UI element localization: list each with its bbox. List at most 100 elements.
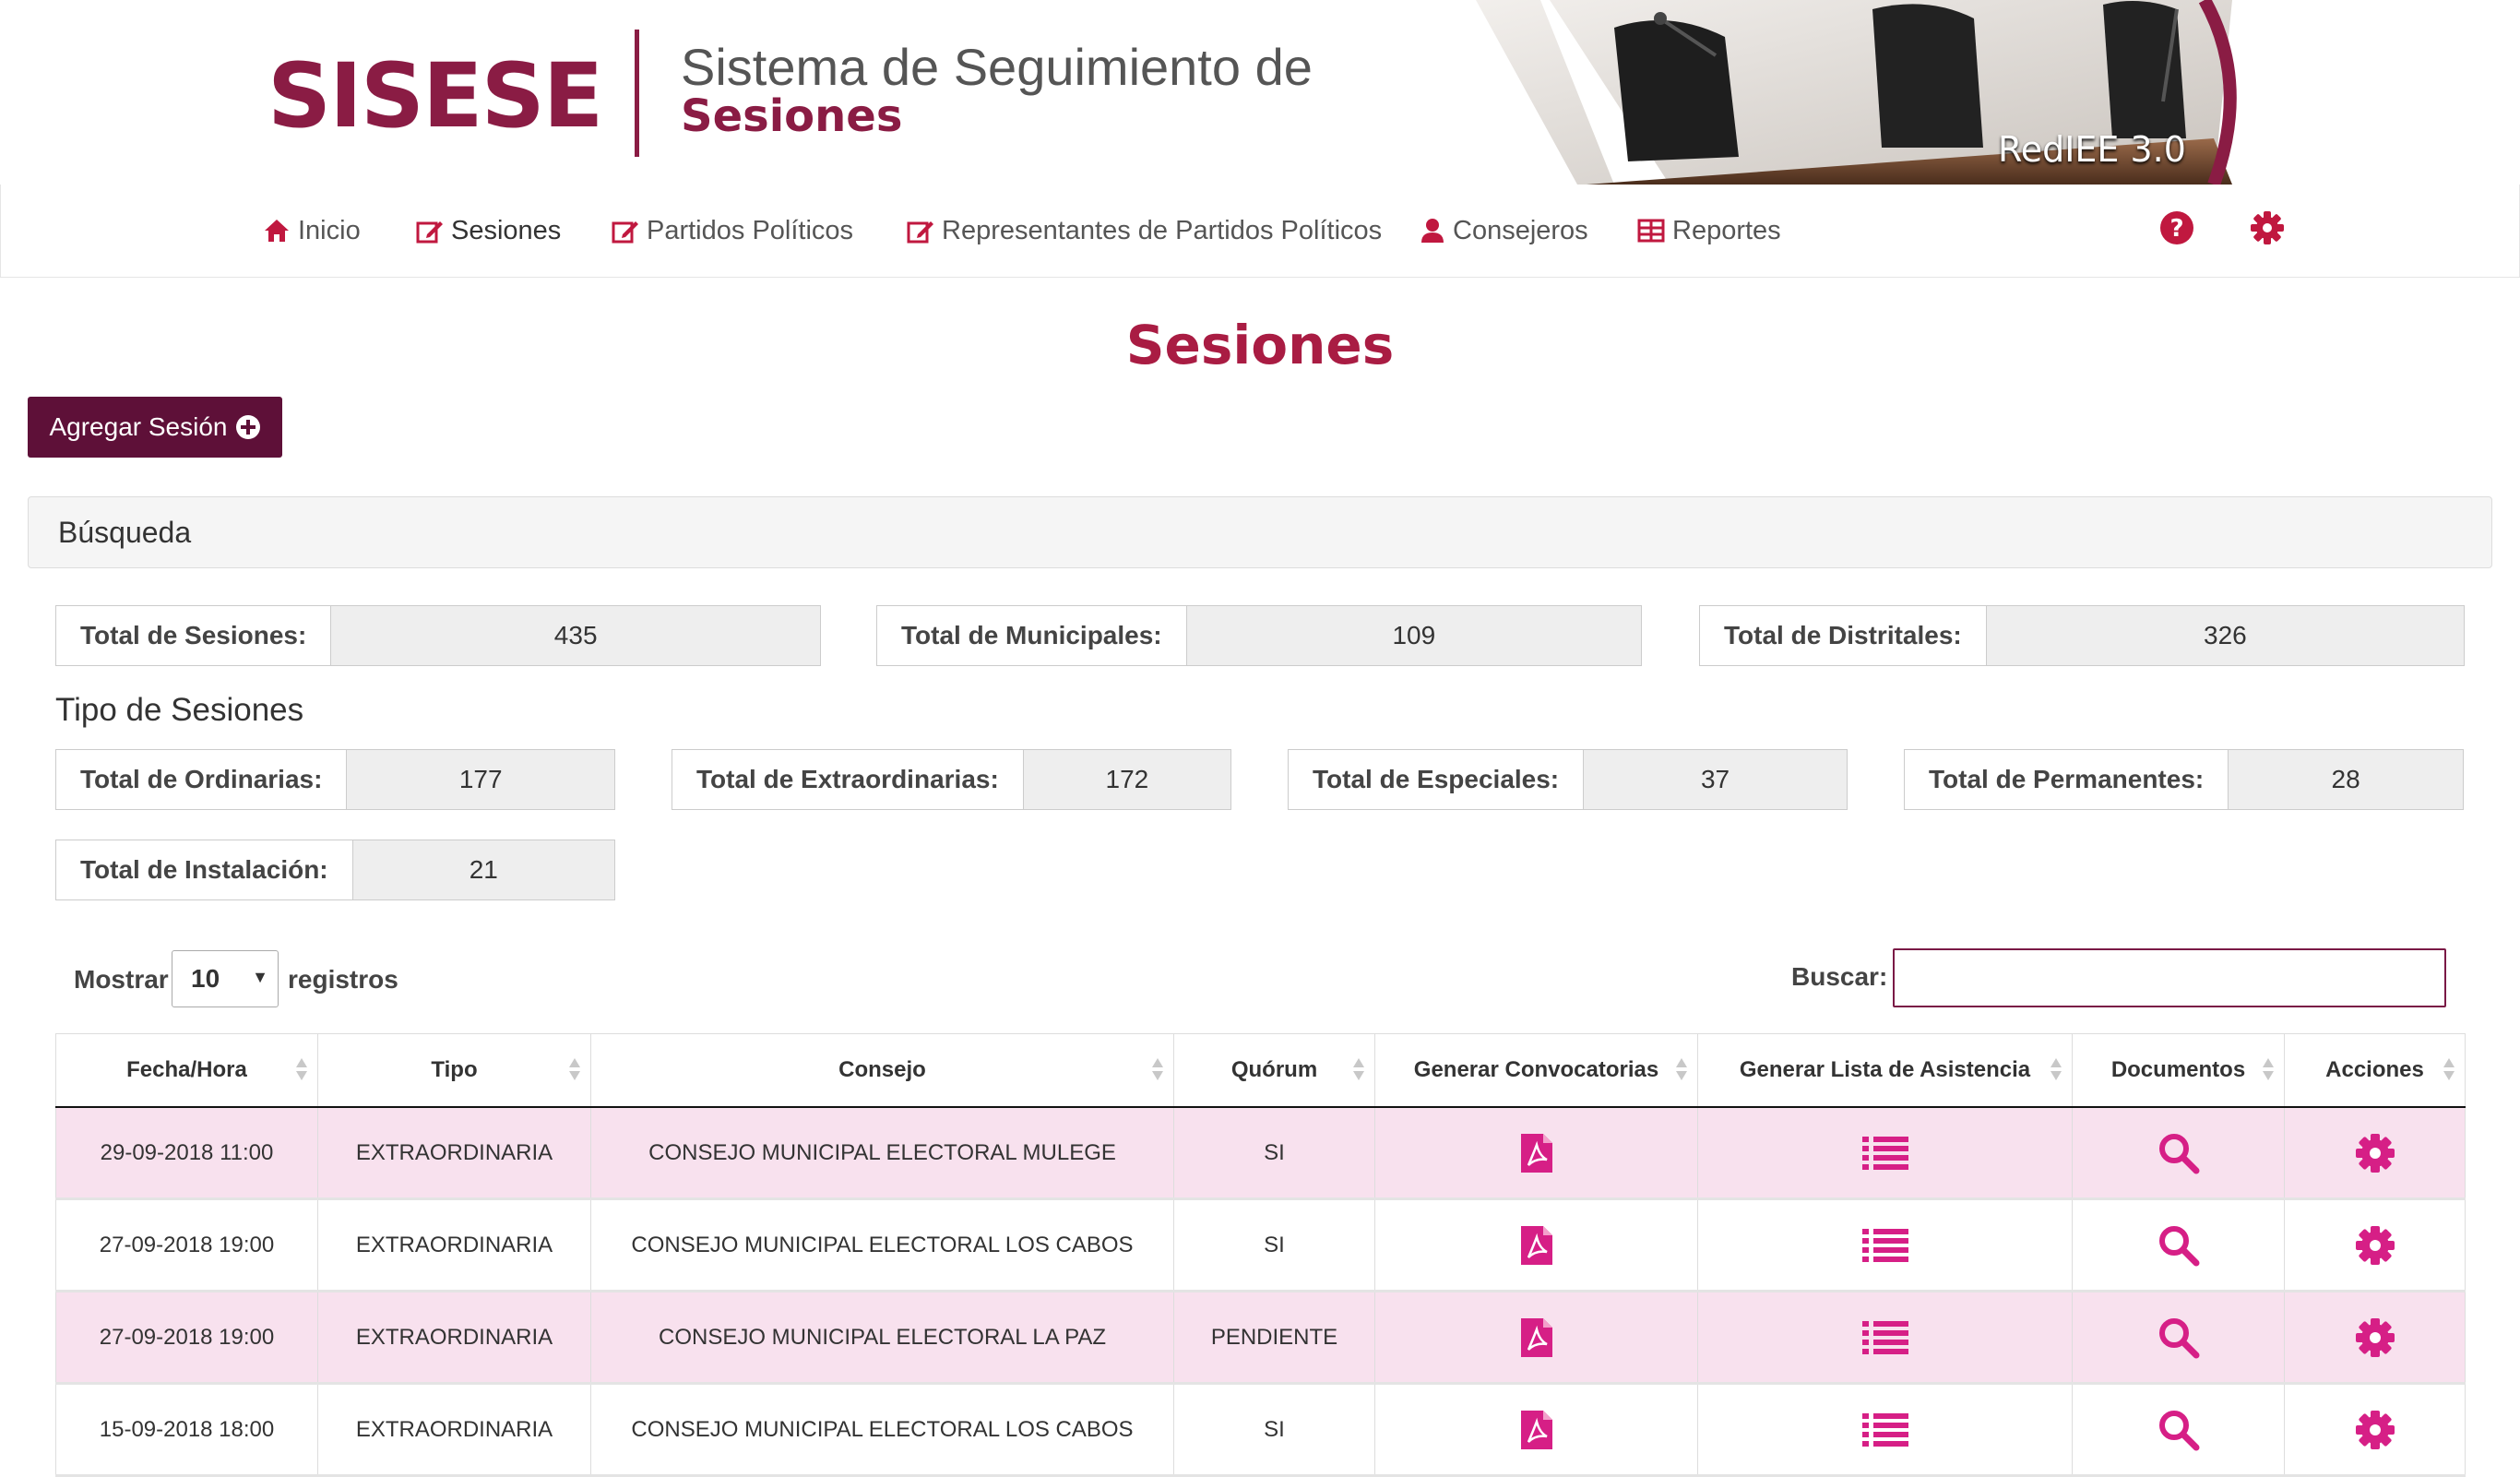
generate-convocatoria-button[interactable]	[1374, 1383, 1698, 1477]
column-header-fecha[interactable]: Fecha/Hora	[55, 1033, 318, 1108]
stat-label: Total de Extraordinarias:	[672, 749, 1023, 810]
sort-icon	[2263, 1058, 2274, 1080]
stat-label: Total de Especiales:	[1288, 749, 1584, 810]
show-label: Mostrar	[74, 965, 169, 994]
view-documents-button[interactable]	[2072, 1106, 2285, 1200]
total-permanentes: Total de Permanentes: 28	[1904, 749, 2464, 810]
sort-icon	[569, 1058, 580, 1080]
gear-icon	[2355, 1225, 2395, 1265]
total-extraordinarias: Total de Extraordinarias: 172	[672, 749, 1231, 810]
add-session-label: Agregar Sesión	[49, 412, 228, 441]
user-icon	[1421, 219, 1444, 243]
cell-consejo: CONSEJO MUNICIPAL ELECTORAL LOS CABOS	[590, 1198, 1174, 1292]
view-documents-button[interactable]	[2072, 1291, 2285, 1385]
nav-label: Reportes	[1672, 215, 1781, 245]
logo: SISESE	[267, 44, 603, 148]
column-header-acciones[interactable]: Acciones	[2284, 1033, 2466, 1108]
sort-icon	[1152, 1058, 1163, 1080]
actions-button[interactable]	[2284, 1383, 2466, 1477]
view-documents-button[interactable]	[2072, 1198, 2285, 1292]
generate-convocatoria-button[interactable]	[1374, 1291, 1698, 1385]
page-length-select[interactable]: 10 ▼	[172, 950, 279, 1007]
pdf-icon	[1520, 1317, 1552, 1357]
stat-label: Total de Sesiones:	[55, 605, 331, 666]
page-length-value: 10	[191, 964, 220, 993]
stat-value: 28	[2228, 749, 2464, 810]
search-icon	[2158, 1133, 2199, 1173]
generate-asistencia-button[interactable]	[1697, 1198, 2073, 1292]
column-header-tipo[interactable]: Tipo	[317, 1033, 591, 1108]
sort-icon	[1353, 1058, 1364, 1080]
generate-asistencia-button[interactable]	[1697, 1383, 2073, 1477]
sort-icon	[296, 1058, 307, 1080]
gear-icon	[2355, 1410, 2395, 1449]
plus-circle-icon	[235, 415, 260, 439]
chevron-down-icon: ▼	[252, 968, 268, 986]
nav-sesiones[interactable]: Sesiones	[416, 212, 561, 249]
cell-consejo: CONSEJO MUNICIPAL ELECTORAL MULEGE	[590, 1106, 1174, 1200]
generate-convocatoria-button[interactable]	[1374, 1106, 1698, 1200]
cell-fecha: 27-09-2018 19:00	[55, 1291, 318, 1385]
total-instalacion: Total de Instalación: 21	[55, 840, 615, 900]
cell-consejo: CONSEJO MUNICIPAL ELECTORAL LOS CABOS	[590, 1383, 1174, 1477]
generate-asistencia-button[interactable]	[1697, 1291, 2073, 1385]
settings-button[interactable]	[2250, 210, 2285, 250]
stat-value: 435	[330, 605, 821, 666]
stat-label: Total de Ordinarias:	[55, 749, 347, 810]
view-documents-button[interactable]	[2072, 1383, 2285, 1477]
cell-consejo: CONSEJO MUNICIPAL ELECTORAL LA PAZ	[590, 1291, 1174, 1385]
help-button[interactable]: ?	[2159, 210, 2194, 250]
column-header-documentos[interactable]: Documentos	[2072, 1033, 2285, 1108]
records-label: registros	[288, 965, 398, 994]
gear-icon	[2355, 1133, 2395, 1173]
sort-icon	[1676, 1058, 1687, 1080]
nav-label: Partidos Políticos	[647, 215, 854, 245]
nav-label: Consejeros	[1453, 215, 1588, 245]
generate-convocatoria-button[interactable]	[1374, 1198, 1698, 1292]
stat-value: 326	[1985, 605, 2465, 666]
search-panel-header[interactable]: Búsqueda	[28, 496, 2492, 568]
sort-icon	[2443, 1058, 2455, 1080]
cell-fecha: 29-09-2018 11:00	[55, 1106, 318, 1200]
logo-subtitle-bold: Sesiones	[681, 90, 903, 142]
nav-consejeros[interactable]: Consejeros	[1420, 212, 1588, 249]
add-session-button[interactable]: Agregar Sesión	[28, 397, 282, 458]
actions-button[interactable]	[2284, 1198, 2466, 1292]
column-header-convocatorias[interactable]: Generar Convocatorias	[1374, 1033, 1698, 1108]
nav-representantes[interactable]: Representantes de Partidos Políticos	[907, 212, 1382, 249]
search-icon	[2158, 1317, 2199, 1358]
svg-text:?: ?	[2169, 215, 2183, 243]
page-title: Sesiones	[1125, 314, 1395, 376]
nav-label: Representantes de Partidos Políticos	[942, 215, 1383, 245]
sessions-table: Fecha/Hora Tipo Consejo Quórum Generar C…	[55, 1033, 2466, 1477]
table-header-row: Fecha/Hora Tipo Consejo Quórum Generar C…	[55, 1033, 2466, 1108]
actions-button[interactable]	[2284, 1291, 2466, 1385]
list-icon	[1861, 1136, 1908, 1170]
cell-tipo: EXTRAORDINARIA	[317, 1106, 591, 1200]
column-header-consejo[interactable]: Consejo	[590, 1033, 1174, 1108]
search-panel-title: Búsqueda	[58, 516, 192, 549]
search-input[interactable]	[1893, 948, 2446, 1007]
edit-icon	[416, 221, 443, 244]
nav-label: Inicio	[298, 215, 361, 245]
stat-value: 172	[1022, 749, 1231, 810]
stat-value: 21	[351, 840, 615, 900]
column-header-asistencia[interactable]: Generar Lista de Asistencia	[1697, 1033, 2073, 1108]
actions-button[interactable]	[2284, 1106, 2466, 1200]
pdf-icon	[1520, 1225, 1552, 1265]
list-icon	[1861, 1228, 1908, 1262]
column-header-quorum[interactable]: Quórum	[1173, 1033, 1375, 1108]
table-row: 27-09-2018 19:00 EXTRAORDINARIA CONSEJO MU…	[55, 1291, 2466, 1385]
gear-icon	[2251, 211, 2284, 244]
edit-icon	[612, 221, 638, 244]
generate-asistencia-button[interactable]	[1697, 1106, 2073, 1200]
nav-reportes[interactable]: Reportes	[1637, 212, 1781, 249]
cell-tipo: EXTRAORDINARIA	[317, 1291, 591, 1385]
sort-icon	[2050, 1058, 2062, 1080]
nav-inicio[interactable]: Inicio	[263, 212, 361, 249]
nav-partidos[interactable]: Partidos Políticos	[612, 212, 853, 249]
logo-subtitle: Sistema de Seguimiento de	[681, 38, 1313, 96]
total-sesiones: Total de Sesiones: 435	[55, 605, 821, 666]
stat-value: 37	[1583, 749, 1848, 810]
stat-label: Total de Distritales:	[1699, 605, 1986, 666]
